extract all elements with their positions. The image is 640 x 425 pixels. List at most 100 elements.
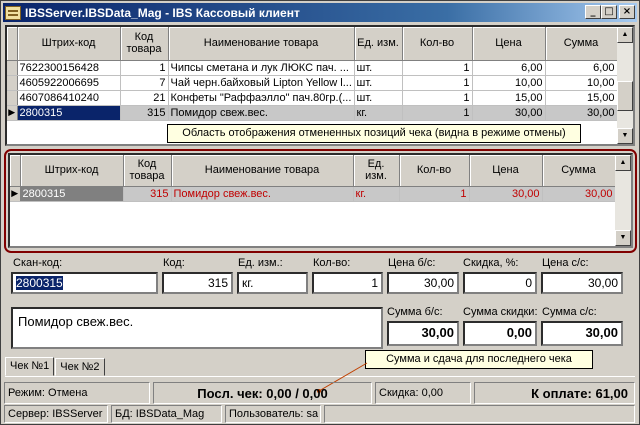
db-status: БД: IBSData_Mag (111, 405, 222, 423)
cell-qty[interactable]: 1 (402, 105, 473, 121)
price-disc-input[interactable]: 30,00 (541, 272, 623, 294)
cell-barcode[interactable]: 2800315 (17, 105, 121, 121)
cell-name[interactable]: Помидор свеж.вес. (168, 105, 355, 121)
mode-status: Режим: Отмена (4, 382, 150, 404)
tab-check-2[interactable]: Чек №2 (55, 358, 105, 376)
column-header-name[interactable]: Наименование товара (171, 155, 354, 187)
title-bar: IBSServer.IBSData_Mag - IBS Кассовый кли… (3, 3, 637, 22)
cell-price[interactable]: 30,00 (469, 186, 543, 202)
cell-price[interactable]: 30,00 (472, 105, 546, 121)
window-title: IBSServer.IBSData_Mag - IBS Кассовый кли… (25, 5, 300, 20)
sum-nodisc-value: 30,00 (387, 321, 459, 346)
code-input[interactable]: 315 (162, 272, 233, 294)
column-header-code[interactable]: Код товара (120, 27, 169, 61)
table-row[interactable]: 4607086410240 21 Конфеты "Раффаэлло" пач… (7, 90, 618, 106)
server-status: Сервер: IBSServer (4, 405, 108, 423)
discount-status: Скидка: 0,00 (375, 382, 471, 404)
discount-pct-input[interactable]: 0 (463, 272, 537, 294)
column-header-unit[interactable]: Ед. изм. (353, 155, 400, 187)
column-header-price[interactable]: Цена (472, 27, 546, 61)
column-header-barcode[interactable]: Штрих-код (17, 27, 121, 61)
cancelled-row[interactable]: ▶ 2800315 315 Помидор свеж.вес. кг. 1 30… (10, 186, 616, 202)
cell-sum[interactable]: 15,00 (545, 90, 618, 106)
close-button[interactable]: × (619, 5, 635, 19)
cell-code[interactable]: 315 (120, 105, 169, 121)
table-row[interactable]: 7622300156428 1 Чипсы сметана и лук ЛЮКС… (7, 60, 618, 76)
last-check-callout: Сумма и сдача для последнего чека (365, 350, 593, 369)
cell-code[interactable]: 21 (120, 90, 169, 106)
cell-name[interactable]: Чай черн.байховый Lipton Yellow l... (168, 75, 355, 91)
cell-barcode[interactable]: 4607086410240 (17, 90, 121, 106)
minimize-button[interactable]: _ (585, 5, 601, 19)
cell-qty[interactable]: 1 (402, 60, 473, 76)
cell-sum[interactable]: 10,00 (545, 75, 618, 91)
maximize-button[interactable]: □ (601, 5, 617, 19)
cell-barcode[interactable]: 7622300156428 (17, 60, 121, 76)
column-indicator (10, 155, 21, 187)
sum-discount-value: 0,00 (463, 321, 537, 346)
cell-name[interactable]: Чипсы сметана и лук ЛЮКС пач. ... (168, 60, 355, 76)
cell-price[interactable]: 10,00 (472, 75, 546, 91)
cancel-grid-scrollbar[interactable]: ▲ ▼ (615, 155, 631, 246)
column-header-price[interactable]: Цена (469, 155, 543, 187)
row-indicator (7, 75, 18, 91)
cancel-grid[interactable]: Штрих-код Код товара Наименование товара… (8, 153, 633, 248)
scan-code-input[interactable]: 2800315 (11, 272, 158, 294)
column-header-name[interactable]: Наименование товара (168, 27, 355, 61)
sum-nodisc-label: Сумма б/с: (387, 306, 443, 318)
price-disc-label: Цена с/с: (542, 257, 589, 269)
cell-name[interactable]: Помидор свеж.вес. (171, 186, 354, 202)
qty-label: Кол-во: (313, 257, 351, 269)
cell-code[interactable]: 1 (120, 60, 169, 76)
column-header-qty[interactable]: Кол-во (399, 155, 470, 187)
cell-name[interactable]: Конфеты "Раффаэлло" пач.80гр.(... (168, 90, 355, 106)
column-header-sum[interactable]: Сумма (542, 155, 616, 187)
qty-input[interactable]: 1 (312, 272, 383, 294)
cell-code[interactable]: 7 (120, 75, 169, 91)
sum-disc-label: Сумма с/с: (542, 306, 597, 318)
scan-code-label: Скан-код: (13, 257, 63, 269)
last-check-status: Посл. чек: 0,00 / 0,00 (153, 382, 372, 404)
cell-sum[interactable]: 6,00 (545, 60, 618, 76)
cell-unit[interactable]: шт. (354, 60, 403, 76)
current-row-arrow-icon: ▶ (7, 105, 18, 121)
scroll-thumb[interactable] (617, 81, 633, 111)
cell-price[interactable]: 15,00 (472, 90, 546, 106)
cell-code[interactable]: 315 (123, 186, 172, 202)
table-row-selected[interactable]: ▶ 2800315 315 Помидор свеж.вес. кг. 1 30… (7, 105, 618, 121)
cell-qty[interactable]: 1 (399, 186, 470, 202)
cell-qty[interactable]: 1 (402, 90, 473, 106)
price-nodisc-input[interactable]: 30,00 (387, 272, 459, 294)
column-header-code[interactable]: Код товара (123, 155, 172, 187)
scroll-up-icon[interactable]: ▲ (615, 155, 631, 171)
cell-unit[interactable]: шт. (354, 90, 403, 106)
cell-unit[interactable]: кг. (353, 186, 400, 202)
cell-price[interactable]: 6,00 (472, 60, 546, 76)
unit-input[interactable]: кг. (237, 272, 308, 294)
column-header-barcode[interactable]: Штрих-код (20, 155, 124, 187)
scroll-down-icon[interactable]: ▼ (615, 230, 631, 246)
tab-check-1[interactable]: Чек №1 (5, 357, 55, 376)
column-indicator (7, 27, 18, 61)
cell-unit[interactable]: кг. (354, 105, 403, 121)
cash-register-icon (5, 5, 21, 20)
cell-qty[interactable]: 1 (402, 75, 473, 91)
scroll-up-icon[interactable]: ▲ (617, 27, 633, 43)
cell-sum[interactable]: 30,00 (542, 186, 616, 202)
column-header-sum[interactable]: Сумма (545, 27, 618, 61)
column-header-unit[interactable]: Ед. изм. (354, 27, 403, 61)
row-indicator (7, 60, 18, 76)
sum-disc-value: 30,00 (541, 321, 623, 346)
table-row[interactable]: 4605922006695 7 Чай черн.байховый Lipton… (7, 75, 618, 91)
scan-code-value: 2800315 (16, 276, 63, 290)
cancel-area-callout: Область отображения отмененных позиций ч… (167, 124, 581, 143)
cell-sum[interactable]: 30,00 (545, 105, 618, 121)
cell-barcode[interactable]: 2800315 (20, 186, 124, 202)
receipt-grid-scrollbar[interactable]: ▲ ▼ (617, 27, 633, 144)
column-header-qty[interactable]: Кол-во (402, 27, 473, 61)
scroll-down-icon[interactable]: ▼ (617, 128, 633, 144)
row-indicator (7, 90, 18, 106)
cell-barcode[interactable]: 4605922006695 (17, 75, 121, 91)
current-row-arrow-icon: ▶ (10, 186, 21, 202)
cell-unit[interactable]: шт. (354, 75, 403, 91)
